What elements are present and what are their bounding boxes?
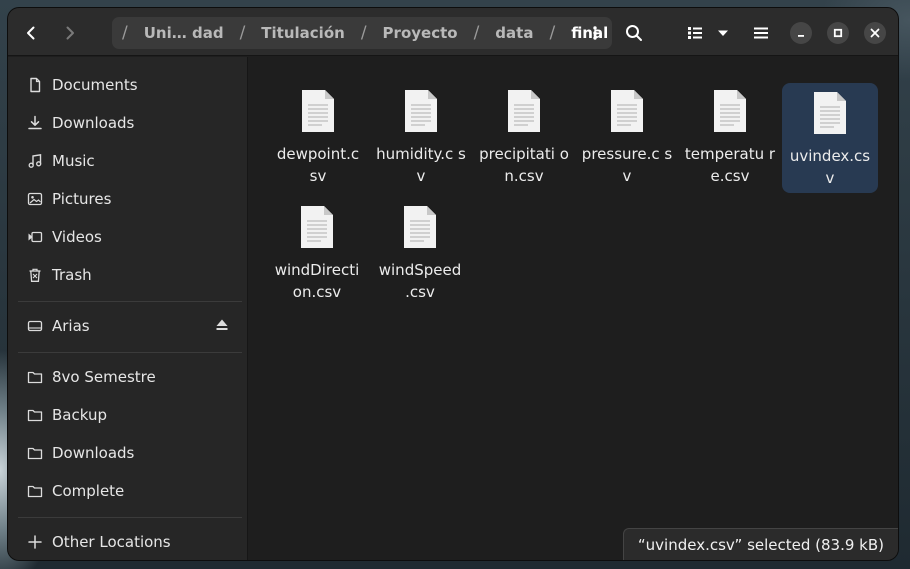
path-separator: /: [360, 23, 367, 43]
file-name: windDirecti on.csv: [274, 261, 360, 301]
sidebar-divider: [18, 301, 242, 302]
sidebar-item-label: Documents: [52, 76, 138, 94]
folder-icon: [26, 444, 44, 462]
text-file-icon: [299, 205, 335, 249]
text-file-icon: [609, 89, 645, 133]
file-item-dewpoint[interactable]: dewpoint.c sv: [270, 81, 366, 191]
text-file-icon: [403, 89, 439, 133]
text-file-icon: [402, 205, 438, 249]
sidebar-item-videos[interactable]: Videos: [8, 219, 248, 255]
path-segment-proyecto[interactable]: Proyecto: [373, 24, 468, 42]
selection-status: “uvindex.csv” selected (83.9 kB): [622, 528, 898, 560]
folder-icon: [26, 368, 44, 386]
file-manager-window: / Uni… dad / Titulación / Proyecto / dat…: [8, 8, 898, 560]
text-file-icon: [812, 91, 848, 135]
hamburger-menu-icon: [754, 27, 768, 39]
file-item-winddirection[interactable]: windDirecti on.csv: [269, 197, 365, 307]
music-icon: [26, 152, 44, 170]
picture-icon: [26, 190, 44, 208]
sidebar: Documents Downloads Music Pictures Video…: [8, 57, 248, 560]
view-options-button[interactable]: [710, 17, 736, 49]
file-name: dewpoint.c sv: [276, 145, 360, 185]
text-file-icon: [300, 89, 336, 133]
file-view: dewpoint.c sv humidity.c sv precipitati …: [249, 57, 898, 560]
drive-icon: [26, 317, 44, 335]
sidebar-item-complete[interactable]: Complete: [8, 473, 248, 509]
path-separator: /: [473, 23, 480, 43]
document-icon: [26, 76, 44, 94]
file-item-uvindex[interactable]: uvindex.cs v: [782, 83, 878, 193]
path-separator: /: [239, 23, 246, 43]
sidebar-item-label: 8vo Semestre: [52, 368, 156, 386]
maximize-icon: [833, 28, 843, 38]
path-segment-titulacion[interactable]: Titulación: [251, 24, 355, 42]
path-separator: /: [549, 23, 556, 43]
file-name: windSpeed .csv: [378, 261, 462, 301]
list-view-button[interactable]: [682, 17, 708, 49]
sidebar-item-label: Complete: [52, 482, 125, 500]
search-icon: [626, 25, 642, 41]
folder-icon: [26, 406, 44, 424]
forward-button[interactable]: [53, 17, 87, 49]
trash-icon: [26, 266, 44, 284]
maximize-button[interactable]: [827, 22, 849, 44]
sidebar-item-backup[interactable]: Backup: [8, 397, 248, 433]
file-name: humidity.c sv: [376, 145, 466, 185]
close-icon: [870, 28, 880, 38]
chevron-right-icon: [66, 26, 74, 40]
kebab-menu-icon: [593, 26, 597, 40]
file-item-humidity[interactable]: humidity.c sv: [373, 81, 469, 191]
plus-icon: [26, 533, 44, 551]
file-name: pressure.c sv: [581, 145, 673, 185]
path-segment-unidad[interactable]: Uni… dad: [134, 24, 234, 42]
file-item-windspeed[interactable]: windSpeed .csv: [372, 197, 468, 307]
sidebar-item-other-locations[interactable]: Other Locations: [8, 524, 248, 560]
file-name: precipitati on.csv: [479, 145, 569, 185]
caret-down-icon: [718, 30, 728, 36]
sidebar-item-arias[interactable]: Arias: [8, 308, 248, 344]
video-icon: [26, 228, 44, 246]
path-menu-button[interactable]: [578, 17, 612, 49]
main-menu-button[interactable]: [744, 17, 778, 49]
file-item-precipitation[interactable]: precipitati on.csv: [476, 81, 572, 191]
text-file-icon: [506, 89, 542, 133]
file-name: temperatu re.csv: [684, 145, 776, 185]
sidebar-item-downloads-bookmark[interactable]: Downloads: [8, 435, 248, 471]
minimize-button[interactable]: [790, 22, 812, 44]
sidebar-item-label: Music: [52, 152, 95, 170]
eject-icon[interactable]: [214, 317, 230, 337]
back-button[interactable]: [14, 17, 48, 49]
sidebar-item-label: Arias: [52, 317, 90, 335]
minimize-icon: [798, 35, 804, 37]
file-name: uvindex.cs v: [789, 147, 871, 187]
sidebar-item-music[interactable]: Music: [8, 143, 248, 179]
sidebar-item-label: Trash: [52, 266, 92, 284]
sidebar-item-label: Downloads: [52, 114, 135, 132]
sidebar-divider: [18, 517, 242, 518]
sidebar-item-8vo-semestre[interactable]: 8vo Semestre: [8, 359, 248, 395]
sidebar-item-label: Downloads: [52, 444, 135, 462]
close-button[interactable]: [864, 22, 886, 44]
sidebar-item-label: Pictures: [52, 190, 112, 208]
path-separator: /: [122, 23, 128, 43]
sidebar-item-label: Videos: [52, 228, 102, 246]
folder-icon: [26, 482, 44, 500]
sidebar-item-pictures[interactable]: Pictures: [8, 181, 248, 217]
sidebar-divider: [18, 352, 242, 353]
sidebar-item-label: Other Locations: [52, 533, 171, 551]
header-bar: / Uni… dad / Titulación / Proyecto / dat…: [8, 8, 898, 56]
path-segment-data[interactable]: data: [485, 24, 543, 42]
download-icon: [26, 114, 44, 132]
sidebar-item-label: Backup: [52, 406, 107, 424]
file-item-pressure[interactable]: pressure.c sv: [579, 81, 675, 191]
chevron-left-icon: [27, 26, 35, 40]
sidebar-item-downloads[interactable]: Downloads: [8, 105, 248, 141]
list-view-icon: [688, 27, 702, 39]
search-button[interactable]: [617, 17, 651, 49]
sidebar-item-trash[interactable]: Trash: [8, 257, 248, 293]
file-item-temperature[interactable]: temperatu re.csv: [682, 81, 778, 191]
text-file-icon: [712, 89, 748, 133]
sidebar-item-documents[interactable]: Documents: [8, 67, 248, 103]
path-bar: / Uni… dad / Titulación / Proyecto / dat…: [112, 17, 612, 49]
